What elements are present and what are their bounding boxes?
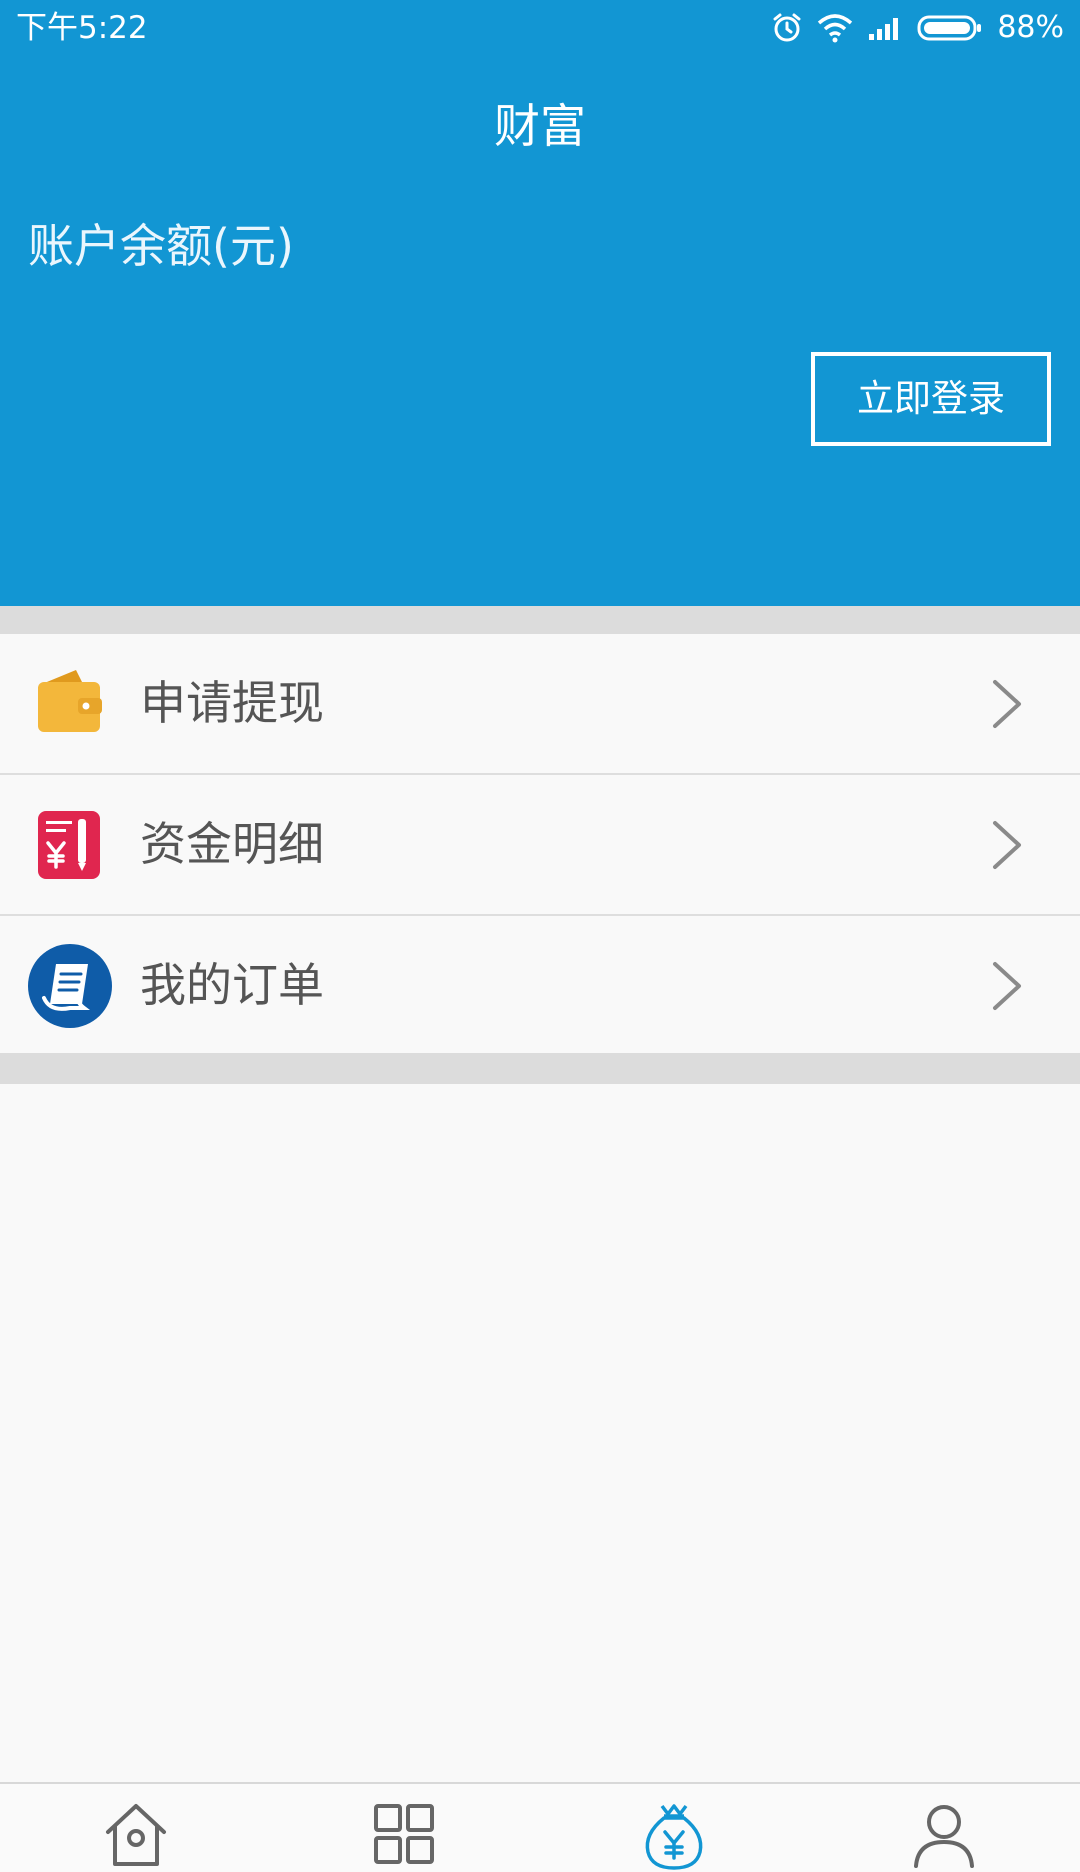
page-title: 财富: [494, 99, 586, 153]
login-button[interactable]: 立即登录: [811, 352, 1051, 446]
battery-icon: [917, 15, 982, 41]
user-icon[interactable]: [908, 1798, 980, 1870]
section-divider: [0, 606, 1080, 634]
chevron-right-icon: [993, 821, 1021, 869]
status-time: 下午5:22: [16, 10, 148, 46]
wallet-icon: [38, 670, 102, 732]
bottom-tab-bar: [0, 1782, 1080, 1872]
ledger-icon: [38, 811, 100, 879]
home-icon[interactable]: [100, 1798, 172, 1870]
chevron-right-icon: [993, 962, 1021, 1010]
grid-icon[interactable]: [368, 1798, 440, 1870]
order-icon: [28, 944, 112, 1028]
money-bag-icon[interactable]: [638, 1798, 710, 1870]
menu-item-label: 资金明细: [140, 817, 324, 871]
signal-icon: [869, 18, 899, 40]
section-divider: [0, 1053, 1080, 1084]
battery-percent: 88%: [997, 10, 1064, 45]
status-bar: 下午5:22 88%: [0, 0, 1080, 60]
balance-label: 账户余额(元): [28, 219, 294, 273]
menu-item-label: 我的订单: [140, 958, 324, 1012]
menu-item-withdraw[interactable]: 申请提现: [0, 634, 1080, 775]
wifi-icon: [818, 14, 853, 43]
menu-item-funds-detail[interactable]: 资金明细: [0, 775, 1080, 916]
chevron-right-icon: [993, 680, 1021, 728]
alarm-icon: [773, 13, 801, 42]
status-icons: 88%: [771, 8, 1064, 48]
menu-list: 申请提现 资金明细 我的订单: [0, 634, 1080, 1055]
header: 下午5:22 88% 财富 账户余额(元) 立即登录: [0, 0, 1080, 606]
menu-item-label: 申请提现: [140, 676, 324, 730]
menu-item-my-orders[interactable]: 我的订单: [0, 916, 1080, 1055]
